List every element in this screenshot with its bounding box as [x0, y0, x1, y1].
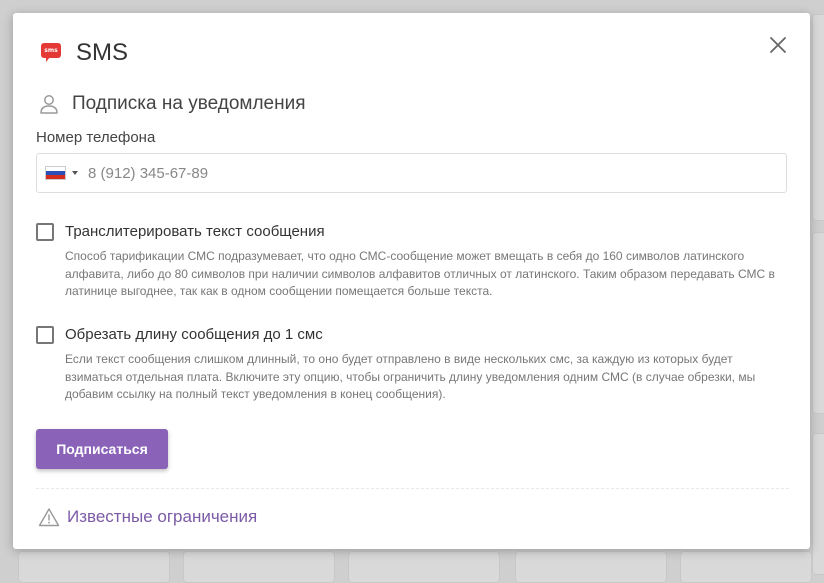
warning-icon: [38, 508, 60, 527]
transliterate-checkbox[interactable]: [36, 223, 54, 241]
known-limitations-label[interactable]: Известные ограничения: [67, 507, 257, 527]
close-button[interactable]: [766, 33, 790, 57]
sms-icon-label: sms: [41, 43, 61, 58]
chevron-down-icon[interactable]: [72, 171, 78, 175]
truncate-description: Если текст сообщения слишком длинный, то…: [65, 352, 756, 401]
background-card: [812, 14, 824, 221]
phone-field: [36, 153, 787, 193]
truncate-label[interactable]: Обрезать длину сообщения до 1 смс: [65, 326, 323, 344]
background-card: [680, 551, 812, 583]
subscribe-button[interactable]: Подписаться: [36, 429, 168, 469]
section-title: Подписка на уведомления: [72, 93, 306, 114]
background-card: [515, 551, 667, 583]
background-card: [183, 551, 335, 583]
transliterate-description: Способ тарификации СМС подразумевает, чт…: [65, 249, 775, 298]
sms-icon: sms: [41, 43, 61, 63]
dialog-title: SMS: [76, 39, 129, 66]
background-card: [348, 551, 500, 583]
background-card: [18, 551, 170, 583]
close-icon[interactable]: [766, 33, 790, 57]
dialog-header: sms SMS: [41, 37, 128, 69]
phone-label: Номер телефона: [36, 129, 156, 146]
background-card: [812, 232, 824, 414]
sms-subscription-dialog: sms SMS Подписка на уведомления Номер те…: [13, 13, 810, 549]
phone-input[interactable]: [86, 163, 740, 183]
background-card: [812, 433, 824, 575]
truncate-checkbox[interactable]: [36, 326, 54, 344]
russia-flag-icon[interactable]: [45, 166, 66, 180]
transliterate-label[interactable]: Транслитерировать текст сообщения: [65, 223, 325, 241]
divider: [36, 488, 789, 489]
person-icon: [40, 95, 58, 114]
known-limitations-link[interactable]: Известные ограничения: [38, 507, 257, 527]
section-header: Подписка на уведомления: [38, 93, 306, 115]
